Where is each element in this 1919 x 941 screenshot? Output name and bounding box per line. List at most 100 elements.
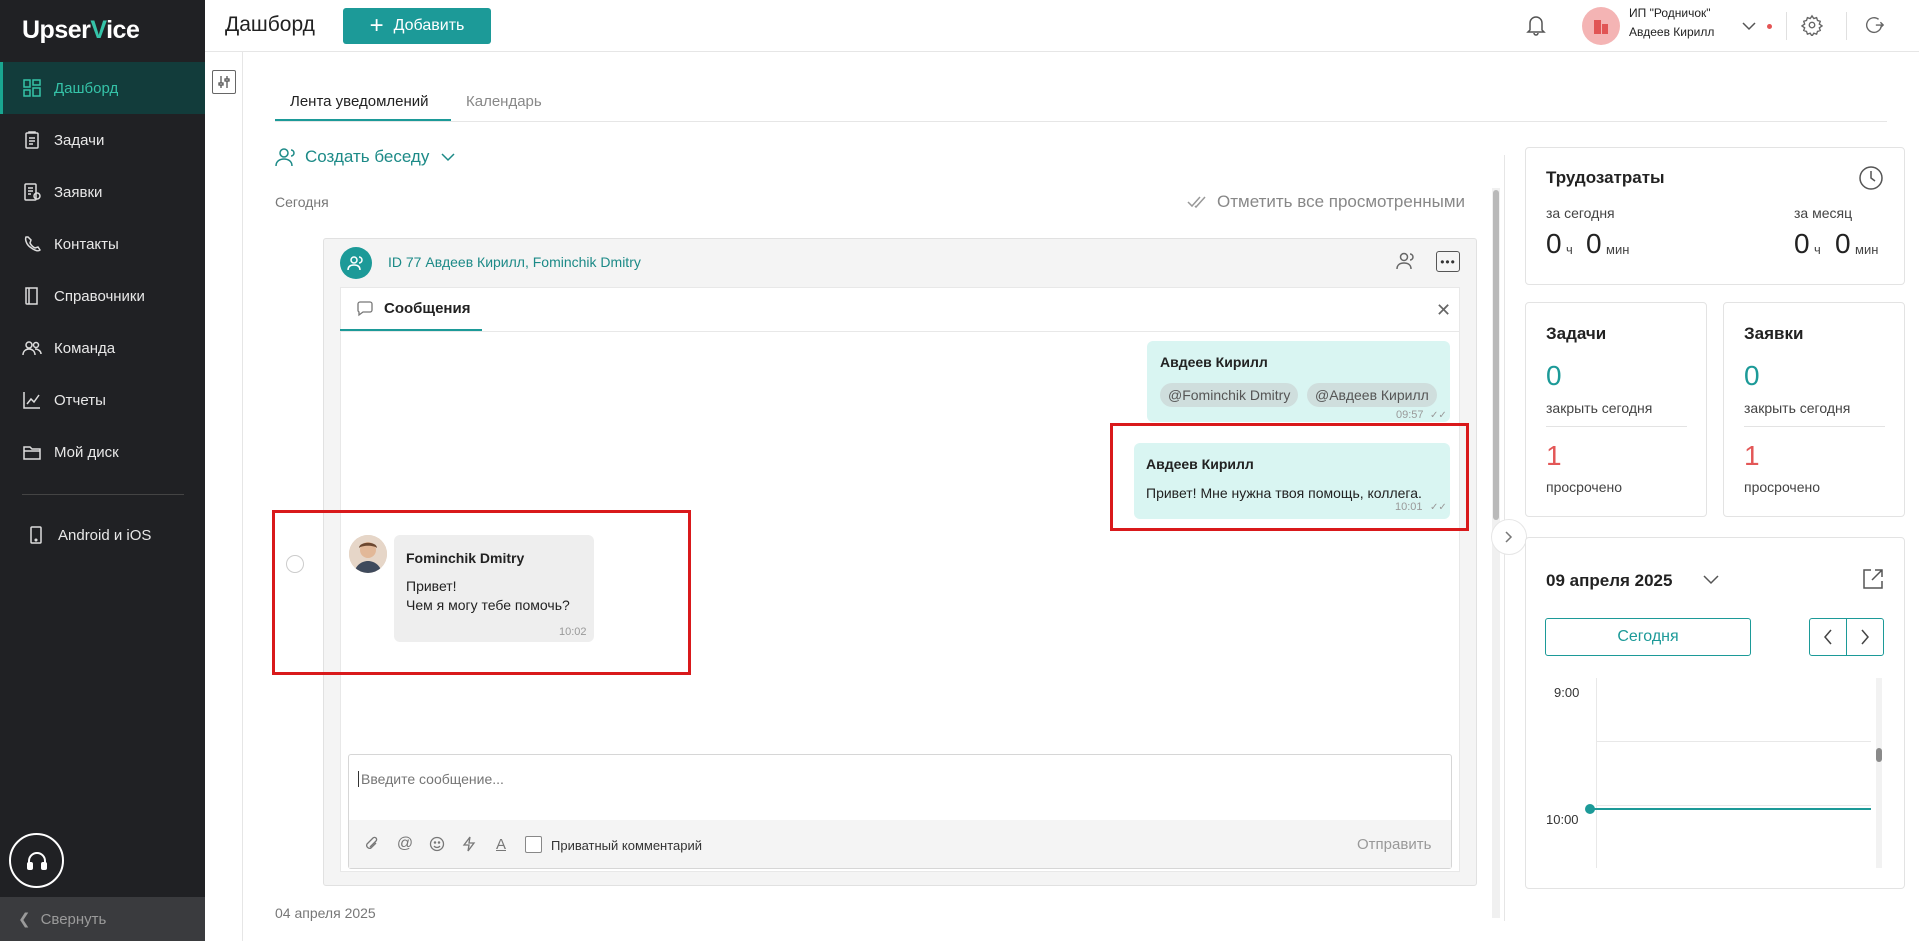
highlight-box (1110, 423, 1469, 531)
collapse-sidebar-button[interactable]: ❮ Свернуть (0, 897, 205, 941)
unit-minutes: мин (1855, 242, 1879, 257)
sidebar-item-contacts[interactable]: Контакты (0, 218, 205, 270)
bell-icon[interactable] (1526, 14, 1546, 40)
expand-right-panel-button[interactable] (1491, 519, 1527, 555)
tasks-close-today-label: закрыть сегодня (1546, 400, 1653, 416)
add-button-label: Добавить (393, 17, 465, 34)
lightning-icon[interactable] (459, 834, 479, 854)
calendar-next-button[interactable] (1846, 618, 1884, 656)
sidebar-item-tasks[interactable]: Задачи (0, 114, 205, 166)
chevron-right-icon (1505, 531, 1513, 543)
sidebar-item-label: Мой диск (54, 443, 119, 461)
calendar-scrollbar[interactable] (1876, 678, 1882, 868)
requests-overdue-label: просрочено (1744, 479, 1821, 495)
tasks-overdue-count[interactable]: 1 (1546, 440, 1562, 472)
sidebar-item-team[interactable]: Команда (0, 322, 205, 374)
sidebar-item-reports[interactable]: Отчеты (0, 374, 205, 426)
requests-close-today-count[interactable]: 0 (1744, 360, 1760, 392)
chevron-down-icon[interactable] (1742, 18, 1756, 35)
sliders-icon (218, 76, 230, 88)
tabs-underline (275, 121, 1887, 122)
header-separator (1786, 12, 1787, 40)
labor-month-minutes: 0 (1835, 228, 1851, 259)
add-button[interactable]: + Добавить (343, 8, 491, 44)
external-link-icon[interactable] (1861, 567, 1885, 595)
sidebar-item-label: Заявки (54, 183, 103, 201)
sidebar-item-label: Команда (54, 339, 116, 357)
tasks-overdue-label: просрочено (1546, 479, 1623, 495)
clock-icon (1858, 165, 1884, 195)
calendar-time-label: 9:00 (1554, 685, 1580, 700)
current-time-line (1593, 808, 1871, 810)
tab-notifications-feed[interactable]: Лента уведомлений (275, 93, 451, 121)
date-group: 04 апреля 2025 (275, 905, 376, 921)
calendar-today-button[interactable]: Сегодня (1545, 618, 1751, 656)
org-name[interactable]: ИП "Родничок" (1629, 6, 1711, 20)
user-name[interactable]: Авдеев Кирилл (1629, 25, 1714, 39)
calendar-date-selector[interactable]: 09 апреля 2025 (1546, 571, 1672, 591)
tab-calendar[interactable]: Календарь (466, 93, 542, 121)
tasks-close-today-count[interactable]: 0 (1546, 360, 1562, 392)
sidebar-item-requests[interactable]: Заявки (0, 166, 205, 218)
labor-today-hours: 0 (1546, 228, 1562, 259)
org-avatar[interactable] (1582, 7, 1620, 45)
filter-settings-button[interactable] (212, 70, 236, 94)
sidebar: UpserVice Дашборд Задачи Заявки Контакты… (0, 0, 205, 941)
feed-scrollbar-thumb[interactable] (1493, 190, 1499, 520)
chevron-right-icon (1861, 629, 1869, 645)
collapse-label: Свернуть (40, 910, 107, 928)
private-comment-checkbox[interactable] (525, 836, 542, 853)
sidebar-item-label: Android и iOS (58, 526, 152, 544)
app-logo[interactable]: UpserVice (22, 16, 140, 45)
mark-all-read-button[interactable]: Отметить все просмотренными (1187, 192, 1465, 212)
more-options-button[interactable]: ••• (1436, 251, 1460, 272)
dashboard-icon (22, 78, 42, 98)
mention-chip[interactable]: @Fominchik Dmitry (1160, 383, 1299, 407)
support-headset-button[interactable] (9, 833, 64, 888)
participants-icon[interactable] (1396, 251, 1416, 275)
sidebar-item-references[interactable]: Справочники (0, 270, 205, 322)
mark-all-read-label: Отметить все просмотренными (1217, 192, 1466, 211)
mention-chip[interactable]: @Авдеев Кирилл (1307, 383, 1437, 407)
close-icon[interactable]: ✕ (1436, 300, 1451, 321)
mention-at-icon[interactable]: @ (395, 834, 415, 854)
labor-month-hours: 0 (1794, 228, 1810, 259)
sidebar-item-label: Отчеты (54, 391, 106, 409)
unit-minutes: мин (1606, 242, 1630, 257)
send-button[interactable]: Отправить (1357, 836, 1431, 853)
create-conversation-button[interactable]: Создать беседу (275, 146, 463, 168)
sidebar-item-mobile-apps[interactable]: Android и iOS (0, 509, 205, 561)
page-title: Дашборд (225, 13, 315, 36)
message-author: Авдеев Кирилл (1160, 354, 1268, 370)
message-input[interactable] (358, 771, 1438, 787)
text-format-icon[interactable]: A (491, 834, 511, 854)
messages-tab-divider (340, 331, 1460, 332)
date-group-today: Сегодня (275, 194, 329, 210)
requests-close-today-label: закрыть сегодня (1744, 400, 1851, 416)
people-icon (275, 148, 295, 167)
chevron-down-icon[interactable] (1703, 572, 1719, 589)
calendar-scrollbar-thumb[interactable] (1876, 748, 1882, 762)
labor-today-label: за сегодня (1546, 205, 1615, 221)
labor-month-label: за месяц (1794, 205, 1853, 221)
logout-icon[interactable] (1863, 14, 1885, 40)
sidebar-item-label: Дашборд (54, 79, 119, 97)
gear-icon[interactable] (1800, 14, 1824, 40)
building-icon (1594, 20, 1608, 34)
requests-overdue-count[interactable]: 1 (1744, 440, 1760, 472)
divider (1546, 426, 1687, 427)
tab-messages[interactable]: Сообщения (340, 288, 482, 331)
current-time-dot (1585, 804, 1595, 814)
sidebar-item-label: Контакты (54, 235, 119, 253)
filter-strip (205, 52, 243, 941)
sidebar-item-dashboard[interactable]: Дашборд (0, 62, 205, 114)
sidebar-item-my-disk[interactable]: Мой диск (0, 426, 205, 478)
conversation-avatar (340, 247, 372, 279)
tasks-title: Задачи (1546, 324, 1607, 343)
chat-bubble-icon (357, 300, 373, 316)
conversation-title-link[interactable]: ID 77 Авдеев Кирилл, Fominchik Dmitry (388, 254, 641, 270)
chevron-left-icon (1824, 629, 1832, 645)
emoji-icon[interactable] (427, 834, 447, 854)
calendar-prev-button[interactable] (1809, 618, 1847, 656)
paperclip-icon[interactable] (362, 834, 382, 854)
